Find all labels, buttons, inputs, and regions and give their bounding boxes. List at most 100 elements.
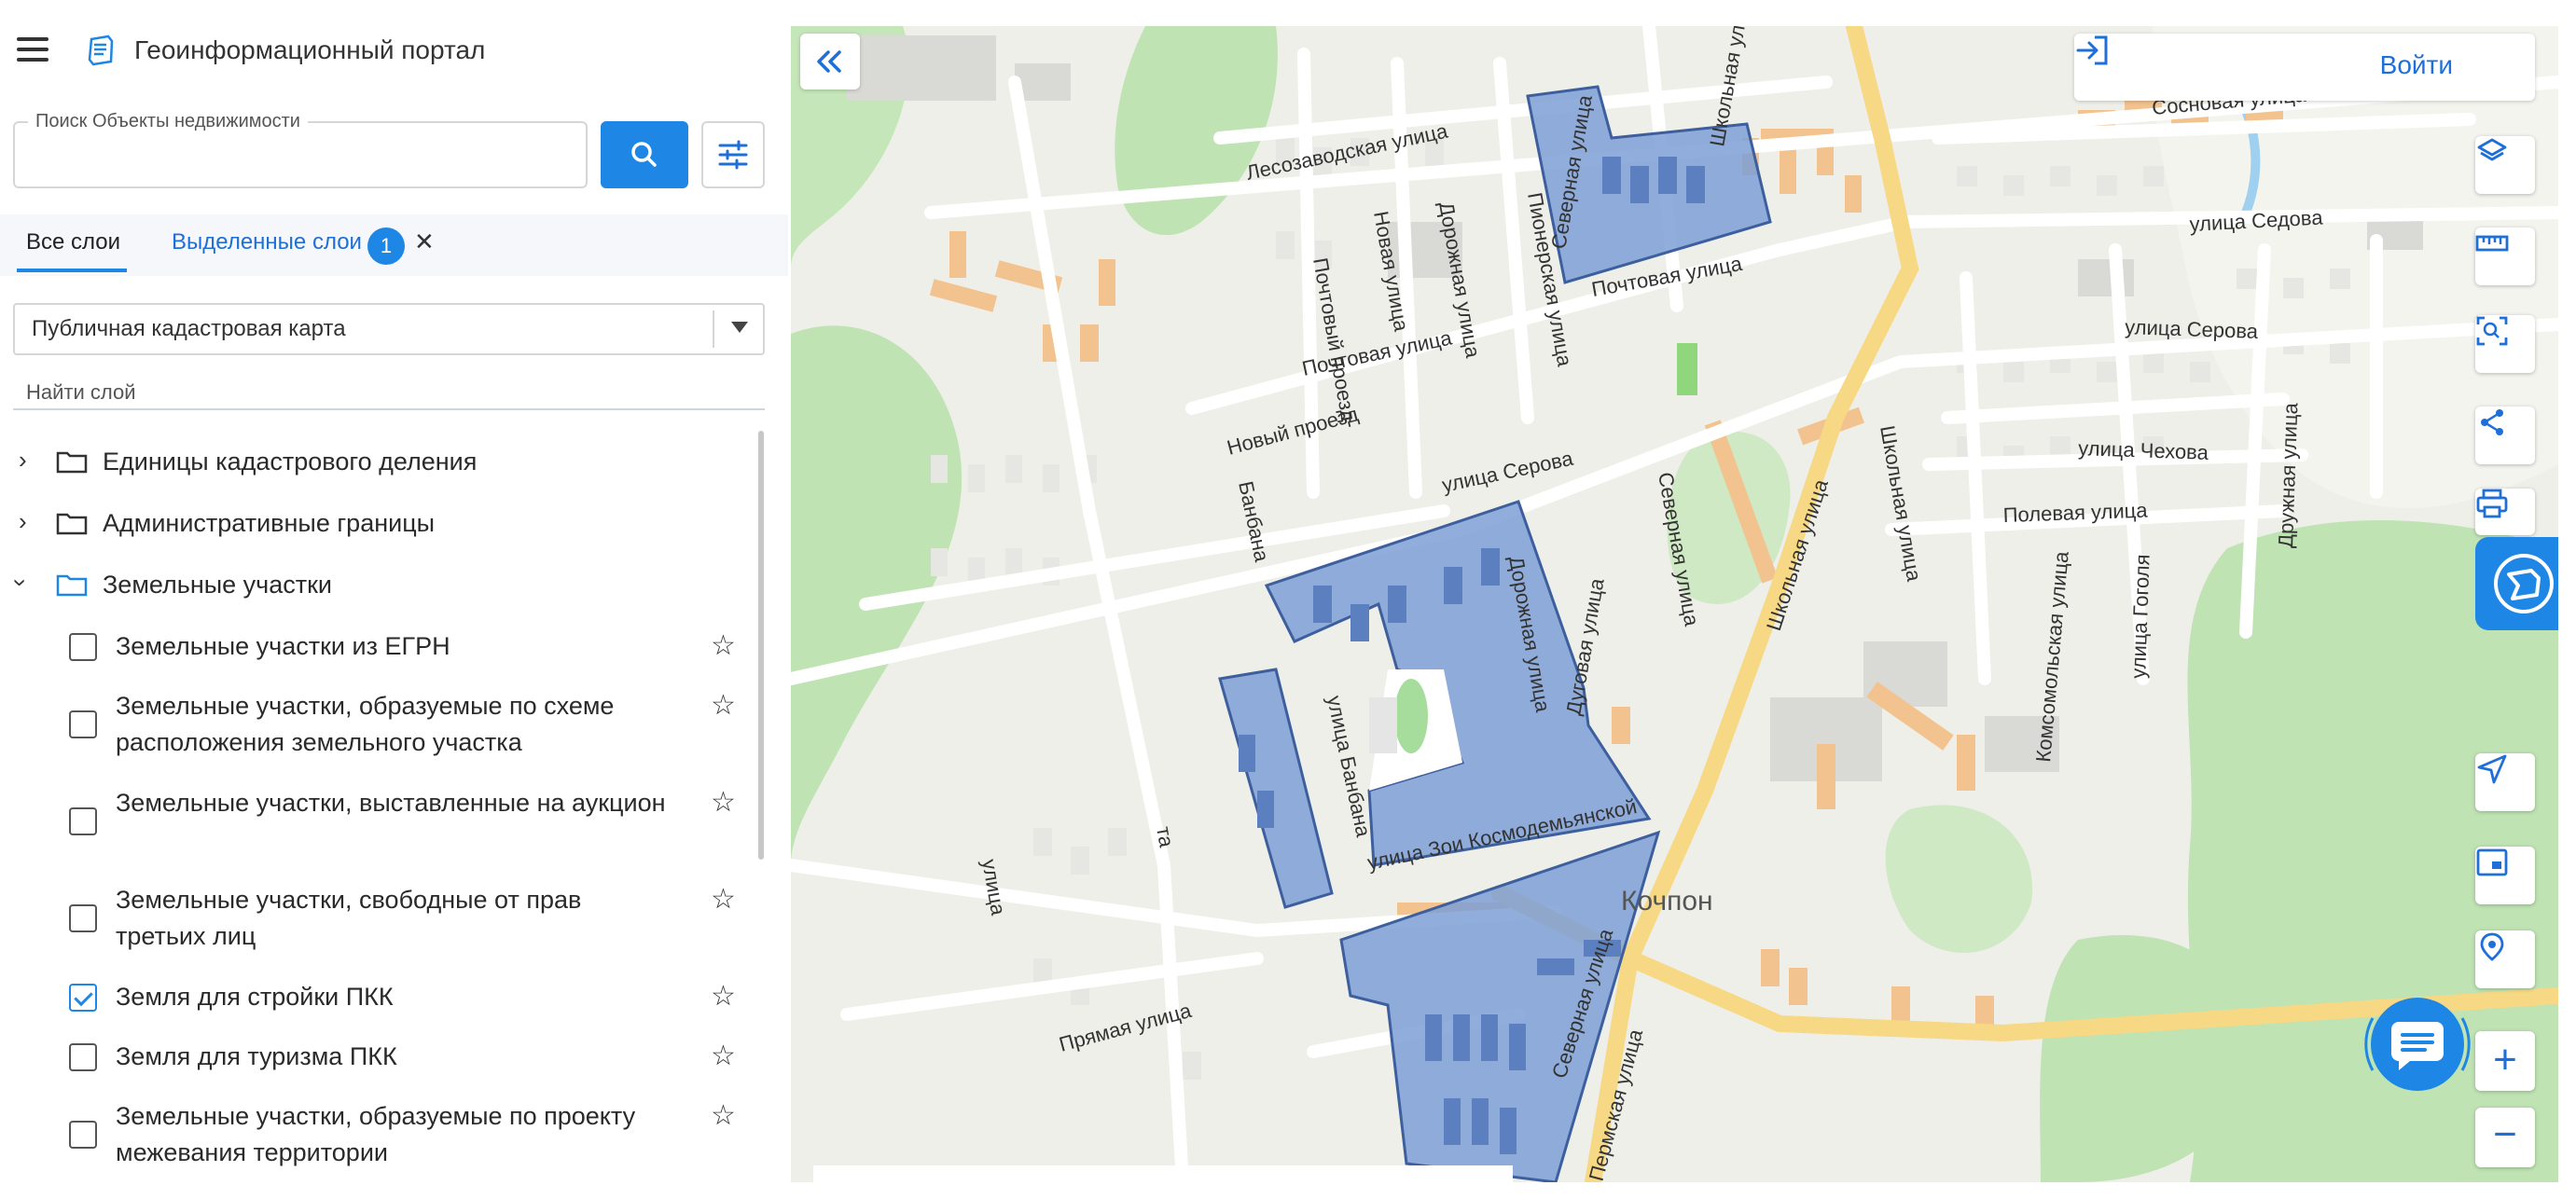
navigate-icon — [2477, 754, 2507, 784]
layer-label: Земельные участки из ЕГРН — [116, 632, 450, 660]
star-icon[interactable]: ☆ — [711, 1100, 736, 1132]
star-icon[interactable]: ☆ — [711, 630, 736, 662]
map-canvas[interactable]: Лесозаводская улица Почтовый проезд Нова… — [791, 26, 2558, 1182]
filter-button[interactable] — [701, 121, 765, 188]
tab-selected-layers[interactable]: Выделенные слои — [172, 229, 362, 255]
checkbox-icon[interactable] — [69, 807, 97, 835]
sports-field — [1677, 343, 1697, 395]
street-label: улица Серова — [2125, 315, 2259, 343]
chevron-down-icon[interactable]: › — [7, 579, 35, 587]
folder-label: Административные границы — [103, 509, 436, 537]
star-icon[interactable]: ☆ — [711, 884, 736, 916]
layer-item[interactable]: Земельные участки, образуемые по проекту… — [69, 1096, 741, 1175]
checkbox-checked-icon[interactable] — [69, 984, 97, 1012]
folder-label: Земельные участки — [103, 571, 333, 599]
star-icon[interactable]: ☆ — [711, 981, 736, 1013]
school-building — [1369, 697, 1397, 753]
print-button[interactable] — [2475, 489, 2535, 535]
layer-item[interactable]: Земельные участки из ЕГРН ☆ — [69, 627, 741, 668]
layer-label: Земельные участки, выставленные на аукци… — [116, 789, 666, 817]
layer-item[interactable]: Земля для туризма ПКК ☆ — [69, 1037, 741, 1078]
map-view[interactable]: Лесозаводская улица Почтовый проезд Нова… — [791, 26, 2558, 1182]
active-tab-indicator — [17, 269, 127, 272]
folder-row-cadastral[interactable]: › Единицы кадастрового деления — [0, 444, 755, 481]
search-button[interactable] — [601, 121, 688, 188]
checkbox-icon[interactable] — [69, 904, 97, 932]
folder-row-admin[interactable]: › Административные границы — [0, 505, 755, 543]
minimap-button[interactable] — [2475, 847, 2535, 904]
ruler-icon — [2475, 235, 2509, 252]
search-label: Поиск Объекты недвижимости — [28, 110, 308, 132]
layer-tabs: Все слои Выделенные слои 1 ✕ — [0, 214, 788, 276]
collapse-icon — [817, 50, 841, 73]
find-layer-input[interactable]: Найти слой — [13, 377, 765, 410]
zoom-in-button[interactable]: + — [2475, 1031, 2535, 1091]
find-layer-placeholder: Найти слой — [26, 380, 136, 404]
minimap-icon — [2476, 848, 2508, 876]
measure-button[interactable] — [2475, 227, 2535, 285]
chevron-right-icon[interactable]: › — [19, 507, 27, 535]
chat-button[interactable] — [2354, 981, 2481, 1108]
dropdown-arrow-icon[interactable] — [731, 322, 748, 333]
checkbox-icon[interactable] — [69, 1043, 97, 1071]
chat-icon — [2364, 998, 2471, 1091]
star-icon[interactable]: ☆ — [711, 1041, 736, 1072]
clear-selected-icon[interactable]: ✕ — [414, 227, 435, 256]
area-select-button[interactable] — [2475, 315, 2535, 373]
layer-item[interactable]: Земельные участки, выставленные на аукци… — [69, 783, 741, 861]
search-field[interactable]: Поиск Объекты недвижимости — [13, 110, 588, 188]
share-icon — [2481, 409, 2503, 435]
navigate-button[interactable] — [2475, 753, 2535, 811]
checkbox-icon[interactable] — [69, 710, 97, 738]
scale-bar — [813, 1165, 1513, 1182]
select-divider — [713, 310, 714, 348]
place-label: Кочпон — [1621, 886, 1713, 916]
panel-icon — [2494, 554, 2554, 613]
star-icon[interactable]: ☆ — [711, 787, 736, 819]
filter-icon — [718, 140, 748, 170]
info-panel-button[interactable] — [2475, 537, 2558, 630]
login-button[interactable]: Войти — [2074, 34, 2535, 101]
layers-button[interactable] — [2475, 136, 2535, 194]
basemap-select[interactable]: Публичная кадастровая карта — [13, 303, 765, 355]
folder-label: Единицы кадастрового деления — [103, 448, 478, 475]
layer-item[interactable]: Земельные участки, свободные от прав тре… — [69, 880, 741, 958]
street-label: улица Гоголя — [2126, 554, 2154, 679]
layer-label: Земельные участки, свободные от прав тре… — [116, 886, 582, 950]
scan-icon — [2476, 316, 2508, 346]
collapse-panel-button[interactable] — [800, 34, 860, 90]
checkbox-icon[interactable] — [69, 1121, 97, 1149]
layers-icon — [2477, 138, 2507, 161]
search-icon — [631, 142, 657, 167]
print-icon — [2476, 489, 2508, 518]
folder-open-icon — [56, 574, 88, 597]
stadium — [1394, 679, 1428, 753]
menu-icon[interactable] — [17, 37, 48, 62]
layer-item[interactable]: Земельные участки, образуемые по схеме р… — [69, 686, 741, 765]
star-icon[interactable]: ☆ — [711, 690, 736, 722]
basemap-value: Публичная кадастровая карта — [32, 316, 346, 341]
street-label: улица Чехова — [2078, 436, 2209, 464]
zoom-out-button[interactable]: − — [2475, 1108, 2535, 1167]
portal-logo-icon — [88, 34, 114, 66]
layer-label: Земельные участки, образуемые по проекту… — [116, 1102, 636, 1166]
layers-panel: Геоинформационный портал Поиск Объекты н… — [0, 0, 788, 1199]
search-input[interactable] — [26, 134, 576, 175]
selected-count-badge: 1 — [367, 227, 405, 265]
panel-scrollbar[interactable] — [758, 431, 764, 860]
chevron-right-icon[interactable]: › — [19, 446, 27, 474]
app-title: Геоинформационный портал — [134, 35, 486, 64]
login-label: Войти — [2379, 50, 2453, 79]
folder-icon — [56, 451, 88, 474]
tab-all-layers[interactable]: Все слои — [26, 229, 120, 255]
checkbox-icon[interactable] — [69, 633, 97, 661]
geolocation-icon — [2480, 932, 2504, 961]
share-button[interactable] — [2475, 407, 2535, 464]
geolocation-button[interactable] — [2475, 930, 2535, 988]
layer-item[interactable]: Земля для стройки ПКК ☆ — [69, 977, 741, 1018]
login-icon — [2076, 35, 2108, 65]
folder-row-land[interactable]: › Земельные участки — [0, 567, 755, 604]
layer-label: Земля для туризма ПКК — [116, 1042, 397, 1070]
layer-label: Земельные участки, образуемые по схеме р… — [116, 692, 615, 756]
folder-icon — [56, 513, 88, 535]
